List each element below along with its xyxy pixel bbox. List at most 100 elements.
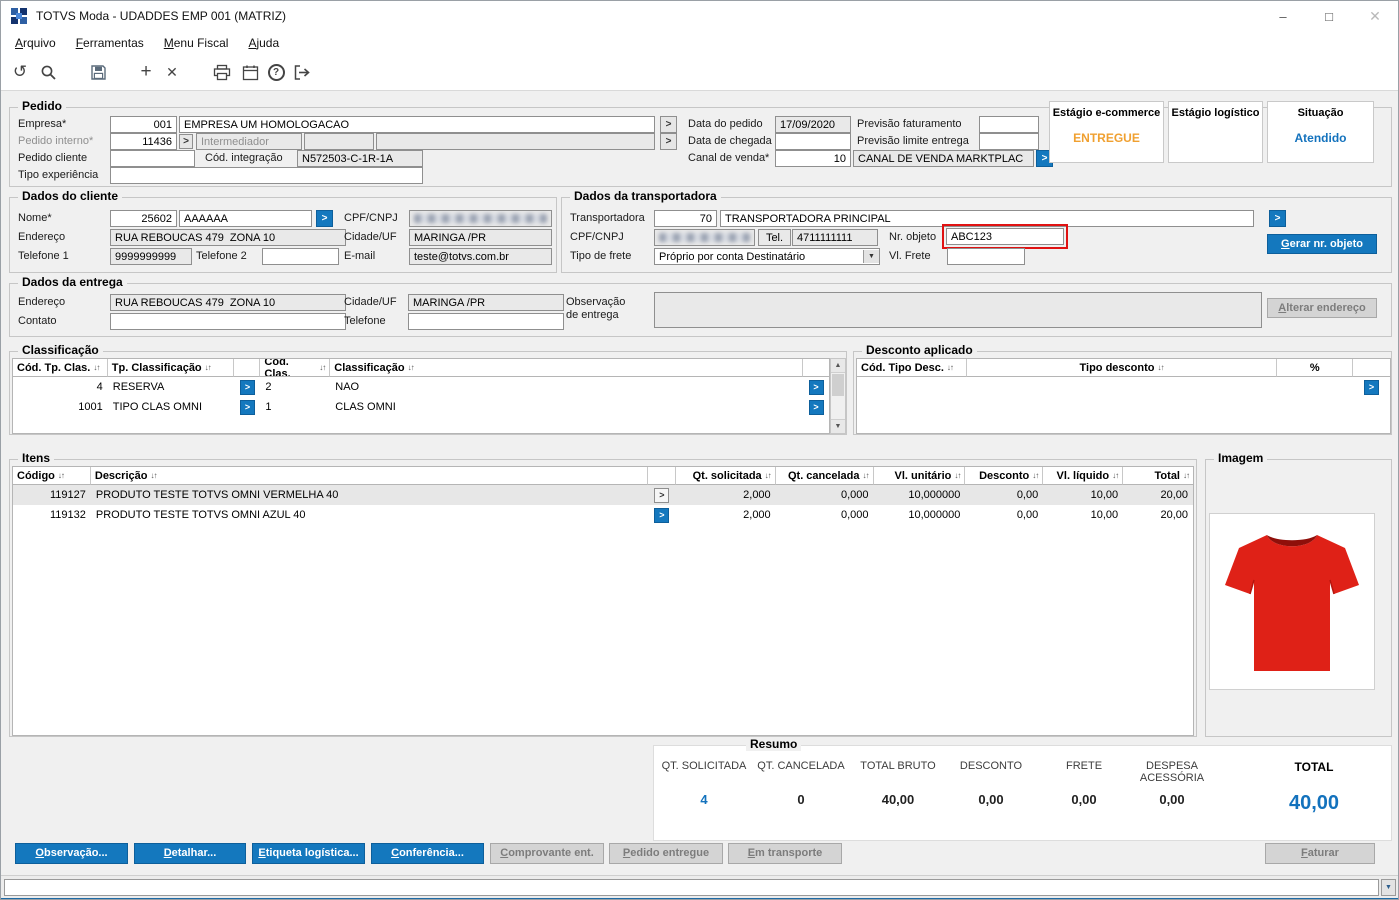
contato-field[interactable] <box>110 313 346 330</box>
col-cod-tipo-desc[interactable]: Cód. Tipo Desc. ↓↑ <box>857 359 967 377</box>
tipo-experiencia-field[interactable] <box>110 167 423 184</box>
transportadora-code-field[interactable]: 70 <box>654 210 717 227</box>
estagio-ecommerce-label: Estágio e-commerce <box>1052 107 1161 119</box>
scrollbar-thumb[interactable] <box>832 374 844 396</box>
col-qt-cancelada[interactable]: Qt. cancelada ↓↑ <box>775 467 874 485</box>
entrega-telefone-field[interactable] <box>408 313 564 330</box>
scroll-down-icon[interactable]: ▼ <box>831 419 845 433</box>
tp-clas-lookup-button[interactable]: > <box>239 399 255 415</box>
empresa-lookup-button[interactable]: > <box>660 116 677 133</box>
transportadora-title: Dados da transportadora <box>570 189 721 203</box>
nome-label: Nome* <box>18 212 52 224</box>
imagem-group: Imagem <box>1205 451 1392 737</box>
item-detail-button[interactable]: > <box>654 487 670 503</box>
col-total[interactable]: Total ↓↑ <box>1123 467 1193 485</box>
pedido-interno-field[interactable]: 11436 <box>110 133 177 150</box>
col-percentual[interactable]: % <box>1277 359 1354 377</box>
empresa-label: Empresa* <box>18 118 67 130</box>
col-codigo[interactable]: Código ↓↑ <box>13 467 91 485</box>
nome-field[interactable]: AAAAAA <box>179 210 312 227</box>
observacao-entrega-field <box>654 292 1262 328</box>
tipo-frete-select[interactable]: Próprio por conta Destinatário ▼ <box>654 248 880 265</box>
col-cod-tp-clas[interactable]: Cód. Tp. Clas. ↓↑ <box>13 359 108 377</box>
situacao-value: Atendido <box>1294 131 1347 145</box>
menubar: Arquivo Ferramentas Menu Fiscal Ajuda <box>1 31 1398 54</box>
intermediador-label-box: Intermediador <box>196 133 302 150</box>
nome-code-field[interactable]: 25602 <box>110 210 177 227</box>
search-icon[interactable] <box>37 61 59 83</box>
classificacao-row[interactable]: 1001 TIPO CLAS OMNI > 1 CLAS OMNI > <box>13 397 829 417</box>
empresa-name-field[interactable]: EMPRESA UM HOMOLOGACAO <box>179 116 655 133</box>
pedido-cliente-field[interactable] <box>110 150 195 167</box>
cliente-endereco-label: Endereço <box>18 231 66 243</box>
clas-lookup-button[interactable]: > <box>808 399 824 415</box>
item-detail-button[interactable]: > <box>654 507 670 523</box>
scroll-up-icon[interactable]: ▲ <box>831 359 845 373</box>
resumo-qt-cancelada: QT. CANCELADA 0 <box>757 760 845 807</box>
previsao-limite-field[interactable] <box>979 133 1039 150</box>
telefone1-field: 9999999999 <box>110 248 192 265</box>
print-icon[interactable] <box>211 61 233 83</box>
desconto-title: Desconto aplicado <box>862 343 977 357</box>
col-tipo-desconto[interactable]: Tipo desconto ↓↑ <box>966 359 1278 377</box>
nr-objeto-label: Nr. objeto <box>889 231 937 243</box>
pedido-interno-lookup-button[interactable]: > <box>179 134 193 149</box>
col-vl-unitario[interactable]: Vl. unitário ↓↑ <box>873 467 966 485</box>
canal-venda-code-field[interactable]: 10 <box>775 150 851 167</box>
col-qt-solicitada[interactable]: Qt. solicitada ↓↑ <box>675 467 776 485</box>
maximize-button[interactable]: □ <box>1306 1 1352 31</box>
tp-clas-lookup-button[interactable]: > <box>239 379 255 395</box>
itens-table: Código ↓↑ Descrição ↓↑ Qt. solicitada ↓↑ Qt… <box>12 466 1194 736</box>
menu-ferramentas[interactable]: Ferramentas <box>66 32 154 54</box>
intermediador-lookup-button[interactable]: > <box>660 133 677 150</box>
vl-frete-field[interactable] <box>947 248 1025 265</box>
entrega-endereco-field: RUA REBOUCAS 479 ZONA 10 <box>110 294 346 311</box>
situacao-label: Situação <box>1297 107 1344 119</box>
chevron-down-icon[interactable]: ▼ <box>863 250 879 263</box>
gerar-nr-objeto-button[interactable]: Gerar nr. objeto <box>1267 234 1377 254</box>
cliente-lookup-button[interactable]: > <box>316 210 333 227</box>
previsao-faturamento-field[interactable] <box>979 116 1039 133</box>
help-icon[interactable]: ? <box>265 61 287 83</box>
detalhar-button[interactable]: Detalhar... <box>134 843 246 864</box>
item-row[interactable]: 119132 PRODUTO TESTE TOTVS OMNI AZUL 40 … <box>13 505 1193 525</box>
exit-icon[interactable] <box>291 61 313 83</box>
col-tp-classificacao[interactable]: Tp. Classificação ↓↑ <box>107 359 235 377</box>
email-field: teste@totvs.com.br <box>409 248 552 265</box>
etiqueta-logistica-button[interactable]: Etiqueta logística... <box>252 843 365 864</box>
telefone2-field[interactable] <box>262 248 339 265</box>
col-clas-lookup <box>803 359 829 377</box>
menu-fiscal[interactable]: Menu Fiscal <box>154 32 239 54</box>
observacao-button[interactable]: Observação... <box>15 843 128 864</box>
item-row[interactable]: 119127 PRODUTO TESTE TOTVS OMNI VERMELHA… <box>13 485 1193 505</box>
col-vl-liquido[interactable]: Vl. líquido ↓↑ <box>1043 467 1124 485</box>
entrega-cidade-field: MARINGA /PR <box>408 294 564 311</box>
classificacao-row[interactable]: 4 RESERVA > 2 NAO > <box>13 377 829 397</box>
status-dropdown-icon[interactable]: ▼ <box>1381 879 1396 896</box>
clas-lookup-button[interactable]: > <box>808 379 824 395</box>
col-desconto[interactable]: Desconto ↓↑ <box>965 467 1044 485</box>
menu-arquivo[interactable]: Arquivo <box>5 32 66 54</box>
col-descricao[interactable]: Descrição ↓↑ <box>90 467 648 485</box>
data-chegada-field[interactable] <box>775 133 851 150</box>
delete-icon[interactable]: ✕ <box>161 61 183 83</box>
desconto-lookup-button[interactable]: > <box>1364 379 1380 395</box>
calendar-icon[interactable] <box>239 61 261 83</box>
nr-objeto-field[interactable]: ABC123 <box>946 228 1064 245</box>
transportadora-lookup-button[interactable]: > <box>1269 210 1286 227</box>
col-cod-clas[interactable]: Cód. Clas. ↓↑ <box>260 359 331 377</box>
undo-icon[interactable]: ↺ <box>9 61 31 83</box>
col-classificacao[interactable]: Classificação ↓↑ <box>330 359 804 377</box>
product-image <box>1209 513 1375 690</box>
estagio-ecommerce-box: Estágio e-commerce ENTREGUE <box>1049 101 1164 163</box>
resumo-despesa-acessoria: DESPESA ACESSÓRIA 0,00 <box>1139 760 1205 807</box>
menu-ajuda[interactable]: Ajuda <box>238 32 289 54</box>
close-button[interactable]: ✕ <box>1352 1 1398 31</box>
minimize-button[interactable]: – <box>1260 1 1306 31</box>
classificacao-scrollbar[interactable]: ▲ ▼ <box>830 358 846 434</box>
save-icon[interactable] <box>87 61 109 83</box>
conferencia-button[interactable]: Conferência... <box>371 843 484 864</box>
vl-frete-label: Vl. Frete <box>889 250 931 262</box>
empresa-code-field[interactable]: 001 <box>110 116 177 133</box>
add-icon[interactable]: + <box>135 61 157 83</box>
